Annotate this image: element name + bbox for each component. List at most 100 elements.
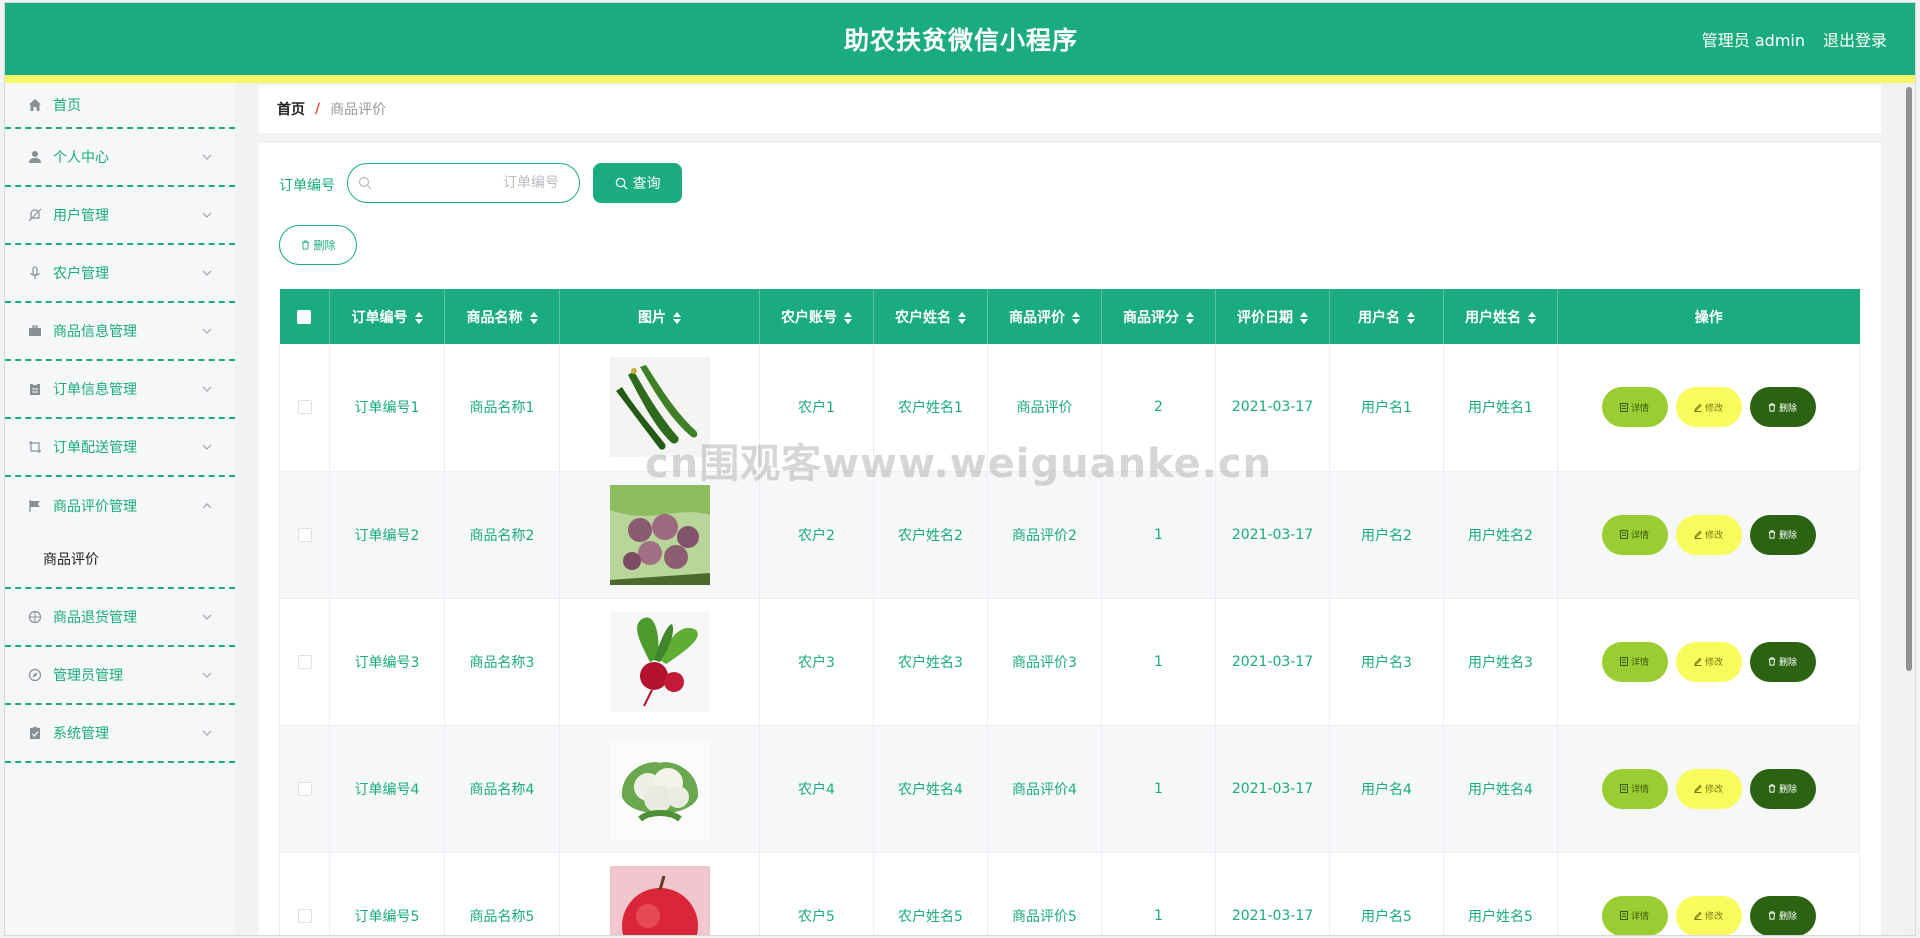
edit-button[interactable]: 修改 xyxy=(1675,895,1742,935)
sidebar-item-delivery[interactable]: 订单配送管理 xyxy=(5,419,235,477)
row-checkbox[interactable] xyxy=(297,400,312,415)
logout-link[interactable]: 退出登录 xyxy=(1823,27,1887,51)
cell-order: 订单编号1 xyxy=(329,344,445,472)
product-image xyxy=(609,865,710,935)
search-icon xyxy=(358,176,372,190)
pencil-icon xyxy=(1694,657,1702,666)
sidebar-item-system[interactable]: 系统管理 xyxy=(5,705,235,763)
pencil-icon xyxy=(1694,911,1702,920)
sidebar-subitem-review[interactable]: 商品评价 xyxy=(5,535,235,587)
chevron-up-icon xyxy=(202,503,212,509)
detail-button[interactable]: 详情 xyxy=(1601,768,1668,809)
column-header[interactable]: 农户账号 xyxy=(759,289,874,344)
search-input[interactable] xyxy=(378,164,573,202)
column-header[interactable]: 订单编号 xyxy=(329,289,445,344)
scrollbar-thumb[interactable] xyxy=(1906,87,1912,671)
column-header[interactable]: 商品评价 xyxy=(987,289,1102,344)
crop-icon xyxy=(27,439,43,455)
pencil-icon xyxy=(1694,530,1702,539)
cell-farmer-acct: 农户5 xyxy=(759,852,874,935)
clipboard-icon xyxy=(27,381,43,397)
cell-date: 2021-03-17 xyxy=(1215,471,1330,599)
cell-order: 订单编号3 xyxy=(329,598,445,726)
sort-icon xyxy=(1528,311,1536,324)
page-scrollbar[interactable] xyxy=(1905,87,1913,935)
bell-off-icon xyxy=(27,207,43,223)
search-label: 订单编号 xyxy=(279,178,335,194)
sidebar-group-reviews: 商品评价管理 商品评价 xyxy=(5,477,235,589)
watermark: cn围观客www.weiguanke.cn xyxy=(645,441,1273,487)
sidebar-item-users[interactable]: 用户管理 xyxy=(5,187,235,245)
select-all-checkbox[interactable] xyxy=(297,309,312,324)
column-header[interactable]: 农户姓名 xyxy=(873,289,988,344)
column-header[interactable]: 图片 xyxy=(559,289,760,344)
column-header[interactable]: 评价日期 xyxy=(1215,289,1330,344)
document-icon xyxy=(1619,784,1628,793)
sidebar-item-reviews[interactable]: 商品评价管理 xyxy=(5,477,235,535)
sidebar-item-profile[interactable]: 个人中心 xyxy=(5,129,235,187)
delete-button[interactable]: 删除 xyxy=(1749,387,1816,428)
detail-button[interactable]: 详情 xyxy=(1601,895,1668,935)
column-header[interactable]: 用户名 xyxy=(1329,289,1444,344)
row-checkbox[interactable] xyxy=(297,908,312,923)
breadcrumb-home[interactable]: 首页 xyxy=(277,99,305,119)
app-frame: 助农扶贫微信小程序 管理员 admin 退出登录 首页 个人中心 用户管理 农户… xyxy=(4,2,1916,936)
trash-icon xyxy=(1768,403,1776,412)
row-checkbox[interactable] xyxy=(297,527,312,542)
product-image xyxy=(609,484,710,585)
cell-product: 商品名称2 xyxy=(444,471,560,599)
delete-button[interactable]: 删除 xyxy=(1749,895,1816,935)
sidebar-item-label: 商品退货管理 xyxy=(53,610,137,626)
detail-button[interactable]: 详情 xyxy=(1601,387,1668,428)
reviews-table: 订单编号 商品名称 图片 农户账号 农户姓名 商品评价 商品评分 评价日期 用户… xyxy=(279,289,1860,935)
sidebar-item-label: 用户管理 xyxy=(53,208,109,224)
sort-icon xyxy=(1300,311,1308,324)
sidebar-item-label: 个人中心 xyxy=(53,150,109,166)
trash-icon xyxy=(1768,911,1776,920)
header-stripe xyxy=(5,75,1915,83)
cell-username: 用户名4 xyxy=(1329,725,1444,853)
edit-button[interactable]: 修改 xyxy=(1675,768,1742,809)
crosshair-icon xyxy=(27,609,43,625)
cell-order: 订单编号4 xyxy=(329,725,445,853)
table-row: 订单编号4 商品名称4 农户4 农户姓名4 商品评价4 1 2021-03-17 用户名4 用户… xyxy=(279,725,1860,853)
sidebar-item-admins[interactable]: 管理员管理 xyxy=(5,647,235,705)
sidebar-item-home[interactable]: 首页 xyxy=(5,83,235,129)
detail-button[interactable]: 详情 xyxy=(1601,514,1668,555)
select-all-cell xyxy=(279,289,330,344)
delete-button[interactable]: 删除 xyxy=(1749,641,1816,682)
flag-icon xyxy=(27,498,43,514)
delete-button[interactable]: 删除 xyxy=(1749,514,1816,555)
row-select-cell xyxy=(279,598,330,726)
row-checkbox[interactable] xyxy=(297,654,312,669)
delete-button[interactable]: 删除 xyxy=(1749,768,1816,809)
cell-product: 商品名称4 xyxy=(444,725,560,853)
document-icon xyxy=(1619,657,1628,666)
column-header[interactable]: 商品名称 xyxy=(444,289,560,344)
cell-farmer-name: 农户姓名2 xyxy=(873,471,988,599)
app-title: 助农扶贫微信小程序 xyxy=(843,26,1078,55)
column-header[interactable]: 用户姓名 xyxy=(1443,289,1558,344)
sidebar-item-returns[interactable]: 商品退货管理 xyxy=(5,589,235,647)
sidebar-item-label: 系统管理 xyxy=(53,726,109,742)
edit-button[interactable]: 修改 xyxy=(1675,514,1742,555)
cell-user-fullname: 用户姓名5 xyxy=(1443,852,1558,935)
column-header[interactable]: 商品评分 xyxy=(1101,289,1216,344)
document-icon xyxy=(1619,402,1628,412)
bulk-delete-button[interactable]: 删除 xyxy=(279,225,357,265)
sidebar-item-farmers[interactable]: 农户管理 xyxy=(5,245,235,303)
edit-button[interactable]: 修改 xyxy=(1675,387,1742,428)
document-icon xyxy=(1619,911,1628,920)
sidebar-item-label: 管理员管理 xyxy=(53,668,123,684)
cell-username: 用户名5 xyxy=(1329,852,1444,935)
query-button[interactable]: 查询 xyxy=(593,163,682,203)
search-icon xyxy=(615,177,628,190)
row-checkbox[interactable] xyxy=(297,781,312,796)
detail-button[interactable]: 详情 xyxy=(1601,641,1668,682)
edit-button[interactable]: 修改 xyxy=(1675,641,1742,682)
sidebar-item-orders[interactable]: 订单信息管理 xyxy=(5,361,235,419)
trash-icon xyxy=(1768,530,1776,539)
cell-farmer-acct: 农户4 xyxy=(759,725,874,853)
sort-icon xyxy=(529,311,538,324)
sidebar-item-products[interactable]: 商品信息管理 xyxy=(5,303,235,361)
